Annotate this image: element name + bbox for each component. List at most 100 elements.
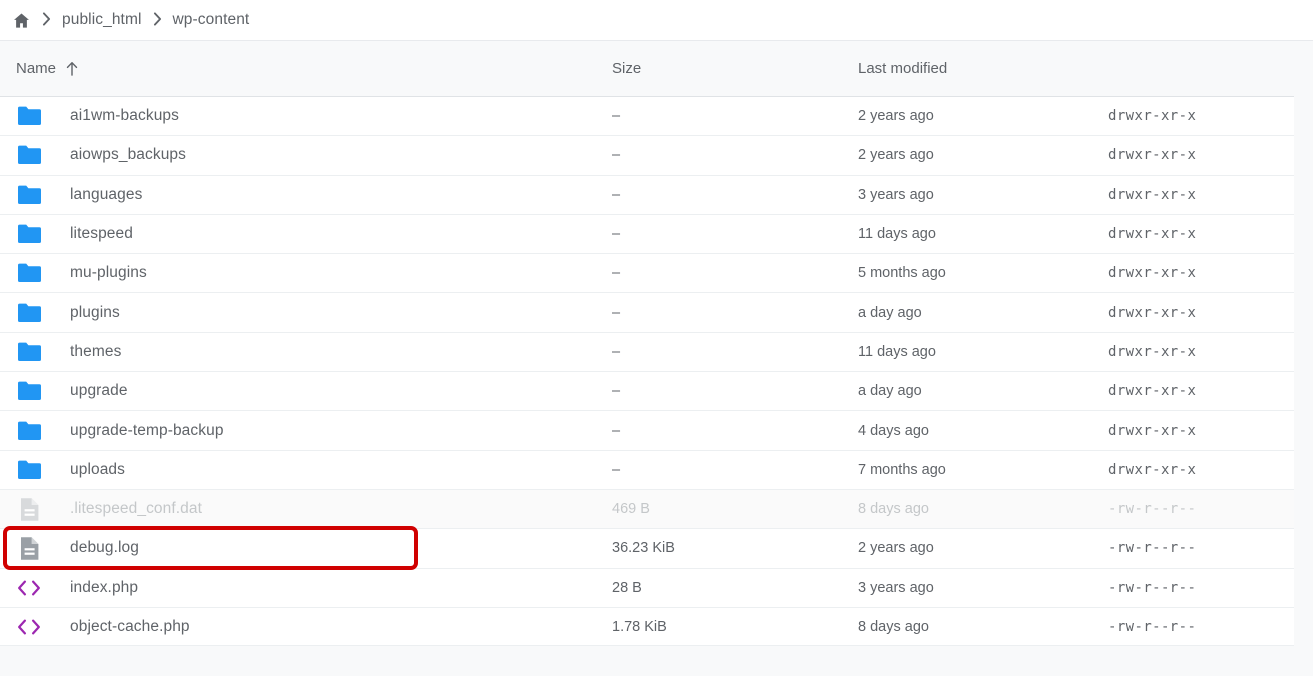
cell-name[interactable]: uploads [0,457,612,483]
file-name-label: object-cache.php [70,617,190,635]
table-row[interactable]: uploads – 7 months ago drwxr-xr-x [0,449,1294,489]
sort-ascending-icon[interactable] [65,61,79,76]
code-icon [16,614,42,640]
file-name-label: upgrade-temp-backup [70,421,224,439]
cell-permissions: -rw-r--r-- [1108,579,1197,596]
table-row[interactable]: upgrade – a day ago drwxr-xr-x [0,371,1294,411]
cell-last-modified: a day ago [858,304,922,321]
cell-name[interactable]: upgrade-temp-backup [0,418,612,444]
cell-name[interactable]: debug.log [0,535,612,561]
cell-size: 1.78 KiB [612,618,667,635]
column-header-name[interactable]: Name [0,60,612,77]
file-name-label: aiowps_backups [70,146,186,164]
table-row[interactable]: mu-plugins – 5 months ago drwxr-xr-x [0,253,1294,293]
file-name-label: ai1wm-backups [70,107,179,125]
column-header-last-modified[interactable]: Last modified [858,60,1108,77]
cell-name[interactable]: object-cache.php [0,614,612,640]
cell-last-modified: 11 days ago [858,343,936,360]
table-row[interactable]: index.php 28 B 3 years ago -rw-r--r-- [0,567,1294,607]
cell-name[interactable]: aiowps_backups [0,142,612,168]
table-row[interactable]: plugins – a day ago drwxr-xr-x [0,292,1294,332]
cell-last-modified: a day ago [858,383,922,400]
code-icon [16,575,42,601]
cell-name[interactable]: mu-plugins [0,260,612,286]
table-row[interactable]: upgrade-temp-backup – 4 days ago drwxr-xr-x [0,410,1294,450]
breadcrumb-item-wp-content[interactable]: wp-content [170,9,253,31]
breadcrumb-separator-2 [153,12,162,28]
table-row[interactable]: debug.log 36.23 KiB 2 years ago -rw-r--r-- [0,528,1294,568]
folder-icon [16,221,42,247]
table-row[interactable]: aiowps_backups – 2 years ago drwxr-xr-x [0,135,1294,175]
table-row[interactable]: ai1wm-backups – 2 years ago drwxr-xr-x [0,96,1294,136]
file-name-label: .litespeed_conf.dat [70,500,203,518]
cell-permissions: drwxr-xr-x [1108,265,1197,282]
table-body: ai1wm-backups –2 years ago drwxr-xr-x aiowp… [0,96,1294,647]
cell-last-modified: 8 days ago [858,618,929,635]
column-header-name-label: Name [16,60,57,77]
cell-name[interactable]: ai1wm-backups [0,103,612,129]
file-name-label: litespeed [70,225,133,243]
cell-permissions: drwxr-xr-x [1108,343,1197,360]
cell-last-modified: 8 days ago [858,501,929,518]
folder-icon [16,418,42,444]
cell-permissions: drwxr-xr-x [1108,383,1197,400]
breadcrumb-item-public-html[interactable]: public_html [59,9,145,31]
cell-permissions: -rw-r--r-- [1108,501,1197,518]
cell-size: – [612,226,621,243]
table-row[interactable]: object-cache.php 1.78 KiB 8 days ago -rw-r-… [0,606,1294,647]
cell-permissions: drwxr-xr-x [1108,108,1197,125]
file-name-label: upgrade [70,382,128,400]
cell-size: – [612,461,621,478]
cell-size: – [612,343,621,360]
cell-size: – [612,147,621,164]
cell-name[interactable]: index.php [0,575,612,601]
column-header-size[interactable]: Size [612,60,858,77]
cell-last-modified: 3 years ago [858,186,934,203]
cell-size: – [612,265,621,282]
file-name-label: index.php [70,578,139,596]
cell-name[interactable]: languages [0,182,612,208]
cell-last-modified: 7 months ago [858,461,946,478]
cell-name[interactable]: themes [0,339,612,365]
table-row[interactable]: themes – 11 days ago drwxr-xr-x [0,331,1294,372]
cell-size: – [612,186,621,203]
folder-icon [16,260,42,286]
cell-permissions: drwxr-xr-x [1108,422,1197,439]
cell-last-modified: 2 years ago [858,108,934,125]
file-icon [16,496,42,522]
cell-name[interactable]: .litespeed_conf.dat [0,496,612,522]
cell-last-modified: 3 years ago [858,579,934,596]
cell-permissions: drwxr-xr-x [1108,461,1197,478]
folder-icon [16,182,42,208]
cell-name[interactable]: upgrade [0,378,612,404]
folder-icon [16,300,42,326]
cell-permissions: -rw-r--r-- [1108,540,1197,557]
table-header-row: Name Size Last modified [0,41,1294,96]
cell-size: 469 B [612,501,650,518]
file-name-label: uploads [70,460,125,478]
cell-last-modified: 5 months ago [858,265,946,282]
cell-size: – [612,422,621,439]
home-icon[interactable] [10,9,32,31]
cell-permissions: drwxr-xr-x [1108,147,1197,164]
table-row[interactable]: litespeed – 11 days ago drwxr-xr-x [0,213,1294,254]
cell-last-modified: 2 years ago [858,147,934,164]
breadcrumb-separator-1 [42,12,51,28]
cell-size: – [612,304,621,321]
folder-icon [16,103,42,129]
folder-icon [16,339,42,365]
breadcrumb: public_html wp-content [0,0,1313,41]
table-row[interactable]: .litespeed_conf.dat 469 B 8 days ago -rw-r-… [0,488,1294,529]
file-name-label: mu-plugins [70,264,147,282]
cell-size: – [612,383,621,400]
file-name-label: plugins [70,303,120,321]
cell-size: 36.23 KiB [612,540,675,557]
table-row[interactable]: languages – 3 years ago drwxr-xr-x [0,174,1294,214]
folder-icon [16,378,42,404]
cell-name[interactable]: litespeed [0,221,612,247]
cell-name[interactable]: plugins [0,300,612,326]
cell-permissions: -rw-r--r-- [1108,618,1197,635]
file-icon [16,535,42,561]
cell-permissions: drwxr-xr-x [1108,186,1197,203]
cell-permissions: drwxr-xr-x [1108,226,1197,243]
